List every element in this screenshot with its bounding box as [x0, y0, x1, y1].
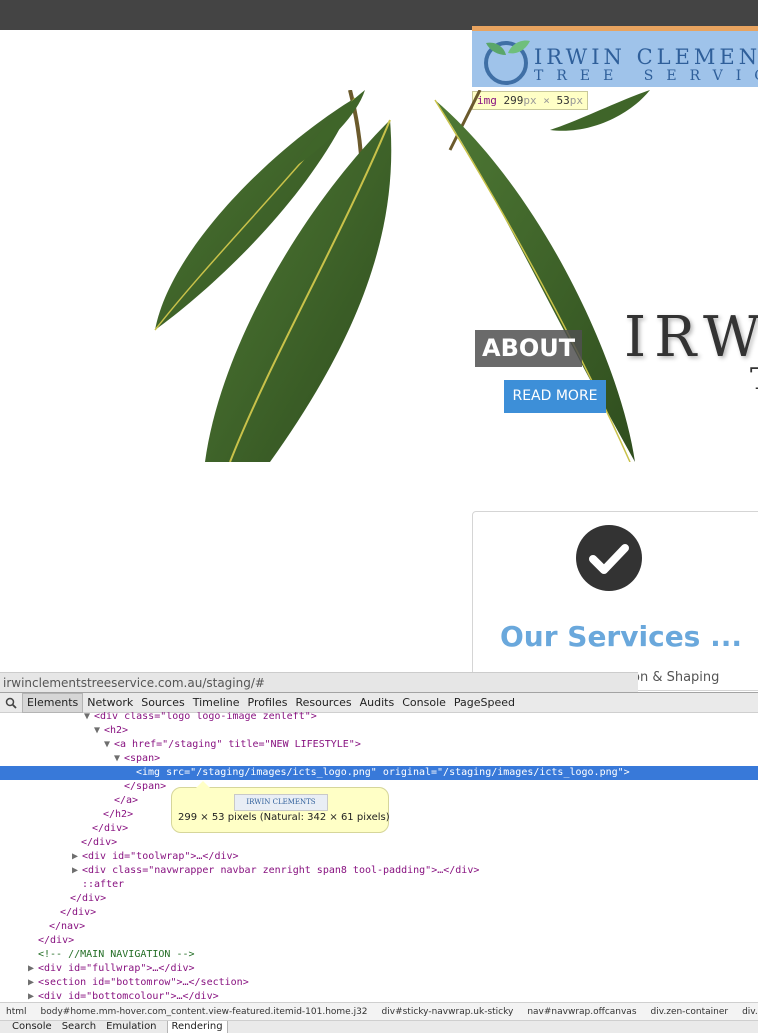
- dom-node[interactable]: </div>: [0, 906, 758, 920]
- hero-wordmark-second-line: T: [750, 362, 758, 397]
- drawer-tab-emulation[interactable]: Emulation: [100, 1021, 160, 1033]
- services-title[interactable]: Our Services ...: [480, 620, 758, 653]
- dom-node[interactable]: ▼ <a href="/staging" title="NEW LIFESTYLE…: [0, 738, 758, 752]
- devtools-tab-bar: Elements Network Sources Timeline Profil…: [0, 692, 758, 713]
- image-dimensions-text: 299 × 53 pixels (Natural: 342 × 61 pixel…: [178, 812, 390, 823]
- dom-node[interactable]: </div>: [0, 892, 758, 906]
- dom-node[interactable]: ::after: [0, 878, 758, 892]
- check-circle-icon: [576, 525, 642, 591]
- dom-node[interactable]: ▶ <div class="navwrapper navbar zenright …: [0, 864, 758, 878]
- tab-elements[interactable]: Elements: [22, 692, 84, 713]
- breadcrumb-item[interactable]: div.zen-container: [645, 1007, 737, 1017]
- dom-node[interactable]: </nav>: [0, 920, 758, 934]
- breadcrumb-item[interactable]: html: [0, 1007, 35, 1017]
- dom-node[interactable]: ▼ <div class="logo logo-image zenleft">: [0, 712, 758, 724]
- dom-node[interactable]: ▼ <h2>: [0, 724, 758, 738]
- dom-tree: ▼ <div class="logo logo-image zenleft"> ▼…: [0, 712, 758, 1002]
- drawer-tab-search[interactable]: Search: [56, 1021, 100, 1033]
- hero-wordmark: IRW: [624, 305, 758, 370]
- hero-banner: [150, 90, 758, 462]
- breadcrumb-item[interactable]: div.row-fluid: [736, 1007, 758, 1017]
- dom-node[interactable]: ▶ <div id="bottomcolour">…</div>: [0, 990, 758, 1002]
- tab-network[interactable]: Network: [83, 694, 137, 712]
- tab-pagespeed[interactable]: PageSpeed: [450, 694, 519, 712]
- tab-sources[interactable]: Sources: [137, 694, 189, 712]
- dom-node[interactable]: ▼ <span>: [0, 752, 758, 766]
- tooltip-arrow: [196, 781, 210, 788]
- status-url-bar: irwinclementstreeservice.com.au/staging/…: [0, 672, 638, 692]
- dom-breadcrumbs: html body#home.mm-hover.com_content.view…: [0, 1002, 758, 1020]
- drawer-tab-bar: Console Search Emulation Rendering: [0, 1020, 758, 1033]
- dom-comment[interactable]: <!-- //MAIN NAVIGATION -->: [0, 948, 758, 962]
- dom-node[interactable]: ▶ <section id="bottomrow">…</section>: [0, 976, 758, 990]
- hero-title: ABOUT: [475, 330, 583, 367]
- tab-console[interactable]: Console: [398, 694, 450, 712]
- services-subtitle: on & Shaping: [632, 670, 720, 685]
- search-icon[interactable]: [0, 693, 22, 713]
- drawer-tab-console[interactable]: Console: [0, 1021, 56, 1033]
- read-more-button[interactable]: READ MORE: [504, 380, 606, 413]
- tab-profiles[interactable]: Profiles: [244, 694, 292, 712]
- breadcrumb-item[interactable]: nav#navwrap.offcanvas: [521, 1007, 644, 1017]
- tab-resources[interactable]: Resources: [291, 694, 355, 712]
- dom-node-selected[interactable]: <img src="/staging/images/icts_logo.png"…: [0, 766, 758, 780]
- logo-text-line1: IRWIN CLEMENTS: [534, 45, 758, 69]
- logo-thumbnail: IRWIN CLEMENTS: [234, 794, 328, 811]
- image-preview-tooltip: IRWIN CLEMENTS 299 × 53 pixels (Natural:…: [171, 781, 390, 833]
- dom-node[interactable]: ▶ <div id="toolwrap">…</div>: [0, 850, 758, 864]
- tab-timeline[interactable]: Timeline: [189, 694, 244, 712]
- breadcrumb-item[interactable]: body#home.mm-hover.com_content.view-feat…: [35, 1007, 376, 1017]
- dom-node[interactable]: ▶ <div id="fullwrap">…</div>: [0, 962, 758, 976]
- dom-node[interactable]: </div>: [0, 836, 758, 850]
- eucalyptus-leaves-image: [154, 90, 650, 462]
- drawer-tab-rendering[interactable]: Rendering: [166, 1021, 228, 1033]
- logo-text-line2: TREE SERVICES: [534, 68, 758, 84]
- tab-audits[interactable]: Audits: [356, 694, 399, 712]
- dom-node[interactable]: </div>: [0, 934, 758, 948]
- site-logo[interactable]: IRWIN CLEMENTS TREE SERVICES: [472, 26, 758, 87]
- breadcrumb-item[interactable]: div#sticky-navwrap.uk-sticky: [376, 1007, 522, 1017]
- tree-logo-icon: [484, 40, 530, 85]
